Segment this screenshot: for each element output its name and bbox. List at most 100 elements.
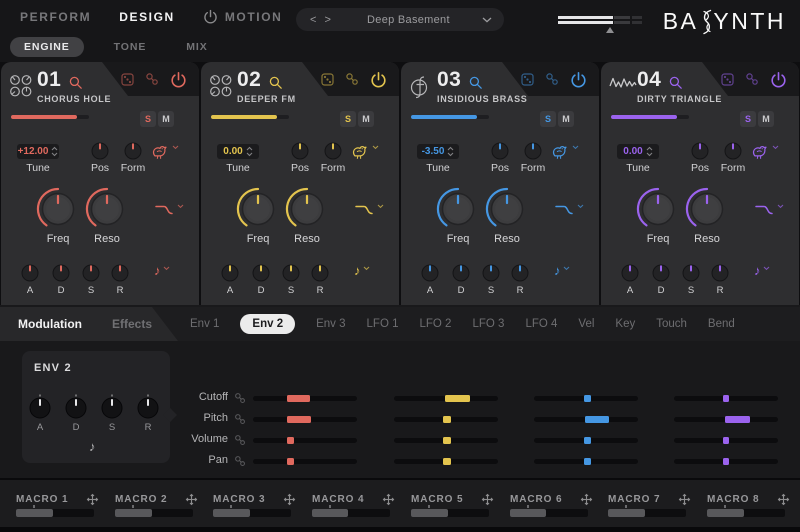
randomize-dice-icon[interactable] xyxy=(321,73,334,86)
randomize-dice-icon[interactable] xyxy=(521,73,534,86)
note-icon[interactable]: ♪ xyxy=(89,439,96,454)
macro-slider-2[interactable] xyxy=(115,509,193,517)
mod-source-tab-env-1[interactable]: Env 1 xyxy=(190,318,219,330)
macro-assign-icon[interactable] xyxy=(580,493,593,506)
mod-amount-slider[interactable] xyxy=(394,438,498,443)
link-icon[interactable] xyxy=(234,455,246,467)
macro-assign-icon[interactable] xyxy=(678,493,691,506)
filter-curve-icon[interactable] xyxy=(355,202,384,216)
randomize-dice-icon[interactable] xyxy=(121,73,134,86)
mod-amount-handle[interactable] xyxy=(443,416,451,423)
mod-amount-handle[interactable] xyxy=(287,416,311,423)
macro-assign-icon[interactable] xyxy=(283,493,296,506)
env-s-knob[interactable] xyxy=(80,262,102,284)
osc-level-slider[interactable] xyxy=(11,115,89,119)
mod-source-tab-env-2[interactable]: Env 2 xyxy=(240,314,295,334)
power-icon[interactable] xyxy=(770,71,787,88)
macro-slider-3[interactable] xyxy=(213,509,291,517)
link-icon[interactable] xyxy=(234,434,246,446)
macro-assign-icon[interactable] xyxy=(481,493,494,506)
mod-source-tab-lfo-4[interactable]: LFO 4 xyxy=(525,318,557,330)
mod-amount-slider[interactable] xyxy=(534,459,638,464)
osc-type-wave-icon[interactable] xyxy=(609,74,637,97)
env-s-knob[interactable] xyxy=(280,262,302,284)
subtab-mix[interactable]: MIX xyxy=(176,37,217,57)
env2-r-knob[interactable] xyxy=(135,394,161,420)
env-a-knob[interactable] xyxy=(619,262,641,284)
form-knob[interactable] xyxy=(122,140,144,162)
tune-field[interactable]: +12.00 xyxy=(17,144,59,159)
pos-knob[interactable] xyxy=(289,140,311,162)
mod-amount-handle[interactable] xyxy=(585,416,609,423)
mute-button[interactable]: M xyxy=(558,111,574,127)
mod-amount-slider[interactable] xyxy=(394,459,498,464)
mod-amount-handle[interactable] xyxy=(584,437,591,444)
mute-button[interactable]: M xyxy=(158,111,174,127)
mod-amount-handle[interactable] xyxy=(723,395,729,402)
macro-slider-7[interactable] xyxy=(608,509,686,517)
reso-knob[interactable] xyxy=(684,186,730,232)
osc-type-fm-icon[interactable] xyxy=(409,74,433,105)
reso-knob[interactable] xyxy=(284,186,330,232)
mod-amount-handle[interactable] xyxy=(723,458,729,465)
power-icon[interactable] xyxy=(170,71,187,88)
mod-source-tab-lfo-3[interactable]: LFO 3 xyxy=(472,318,504,330)
preset-prev-button[interactable]: < xyxy=(306,14,320,26)
mod-amount-handle[interactable] xyxy=(725,416,750,423)
mod-amount-slider[interactable] xyxy=(674,417,778,422)
env2-s-knob[interactable] xyxy=(99,394,125,420)
bird-icon[interactable] xyxy=(150,143,179,161)
mod-amount-handle[interactable] xyxy=(723,437,729,444)
bird-icon[interactable] xyxy=(350,143,379,161)
osc-type-quad-knob-icon[interactable] xyxy=(209,74,235,103)
macro-slider-5[interactable] xyxy=(411,509,489,517)
env-r-knob[interactable] xyxy=(709,262,731,284)
search-icon[interactable] xyxy=(69,76,83,95)
reso-knob[interactable] xyxy=(84,186,130,232)
main-tab-design[interactable]: DESIGN xyxy=(119,10,175,24)
mod-source-tab-lfo-2[interactable]: LFO 2 xyxy=(420,318,452,330)
mod-amount-slider[interactable] xyxy=(253,396,357,401)
filter-curve-icon[interactable] xyxy=(155,202,184,216)
env-s-knob[interactable] xyxy=(680,262,702,284)
env-a-knob[interactable] xyxy=(219,262,241,284)
macro-slider-6[interactable] xyxy=(510,509,588,517)
mod-amount-handle[interactable] xyxy=(287,395,310,402)
freq-knob[interactable] xyxy=(635,186,681,232)
pos-knob[interactable] xyxy=(489,140,511,162)
section-tab-modulation[interactable]: Modulation xyxy=(18,317,82,331)
mod-amount-slider[interactable] xyxy=(674,438,778,443)
spread-slider[interactable] xyxy=(558,15,642,35)
mod-amount-handle[interactable] xyxy=(287,437,294,444)
env-r-knob[interactable] xyxy=(509,262,531,284)
mod-source-tab-env-3[interactable]: Env 3 xyxy=(316,318,345,330)
form-knob[interactable] xyxy=(322,140,344,162)
macro-assign-icon[interactable] xyxy=(777,493,790,506)
subtab-engine[interactable]: ENGINE xyxy=(10,37,84,57)
mod-amount-handle[interactable] xyxy=(584,395,591,402)
mod-amount-slider[interactable] xyxy=(674,459,778,464)
env2-d-knob[interactable] xyxy=(63,394,89,420)
mod-amount-handle[interactable] xyxy=(443,458,451,465)
env-a-knob[interactable] xyxy=(19,262,41,284)
macro-assign-icon[interactable] xyxy=(185,493,198,506)
note-icon[interactable]: ♪ xyxy=(154,264,170,277)
search-icon[interactable] xyxy=(269,76,283,95)
env-a-knob[interactable] xyxy=(419,262,441,284)
macro-slider-1[interactable] xyxy=(16,509,94,517)
solo-button[interactable]: S xyxy=(540,111,556,127)
tune-field[interactable]: 0.00 xyxy=(217,144,259,159)
env-d-knob[interactable] xyxy=(50,262,72,284)
search-icon[interactable] xyxy=(469,76,483,95)
mod-source-tab-key[interactable]: Key xyxy=(615,318,635,330)
form-knob[interactable] xyxy=(522,140,544,162)
note-icon[interactable]: ♪ xyxy=(754,264,770,277)
link-icon[interactable] xyxy=(145,72,159,86)
mod-source-tab-bend[interactable]: Bend xyxy=(708,318,735,330)
link-icon[interactable] xyxy=(345,72,359,86)
mute-button[interactable]: M xyxy=(758,111,774,127)
macro-assign-icon[interactable] xyxy=(382,493,395,506)
mod-amount-slider[interactable] xyxy=(674,396,778,401)
mod-source-tab-touch[interactable]: Touch xyxy=(656,318,687,330)
note-icon[interactable]: ♪ xyxy=(554,264,570,277)
